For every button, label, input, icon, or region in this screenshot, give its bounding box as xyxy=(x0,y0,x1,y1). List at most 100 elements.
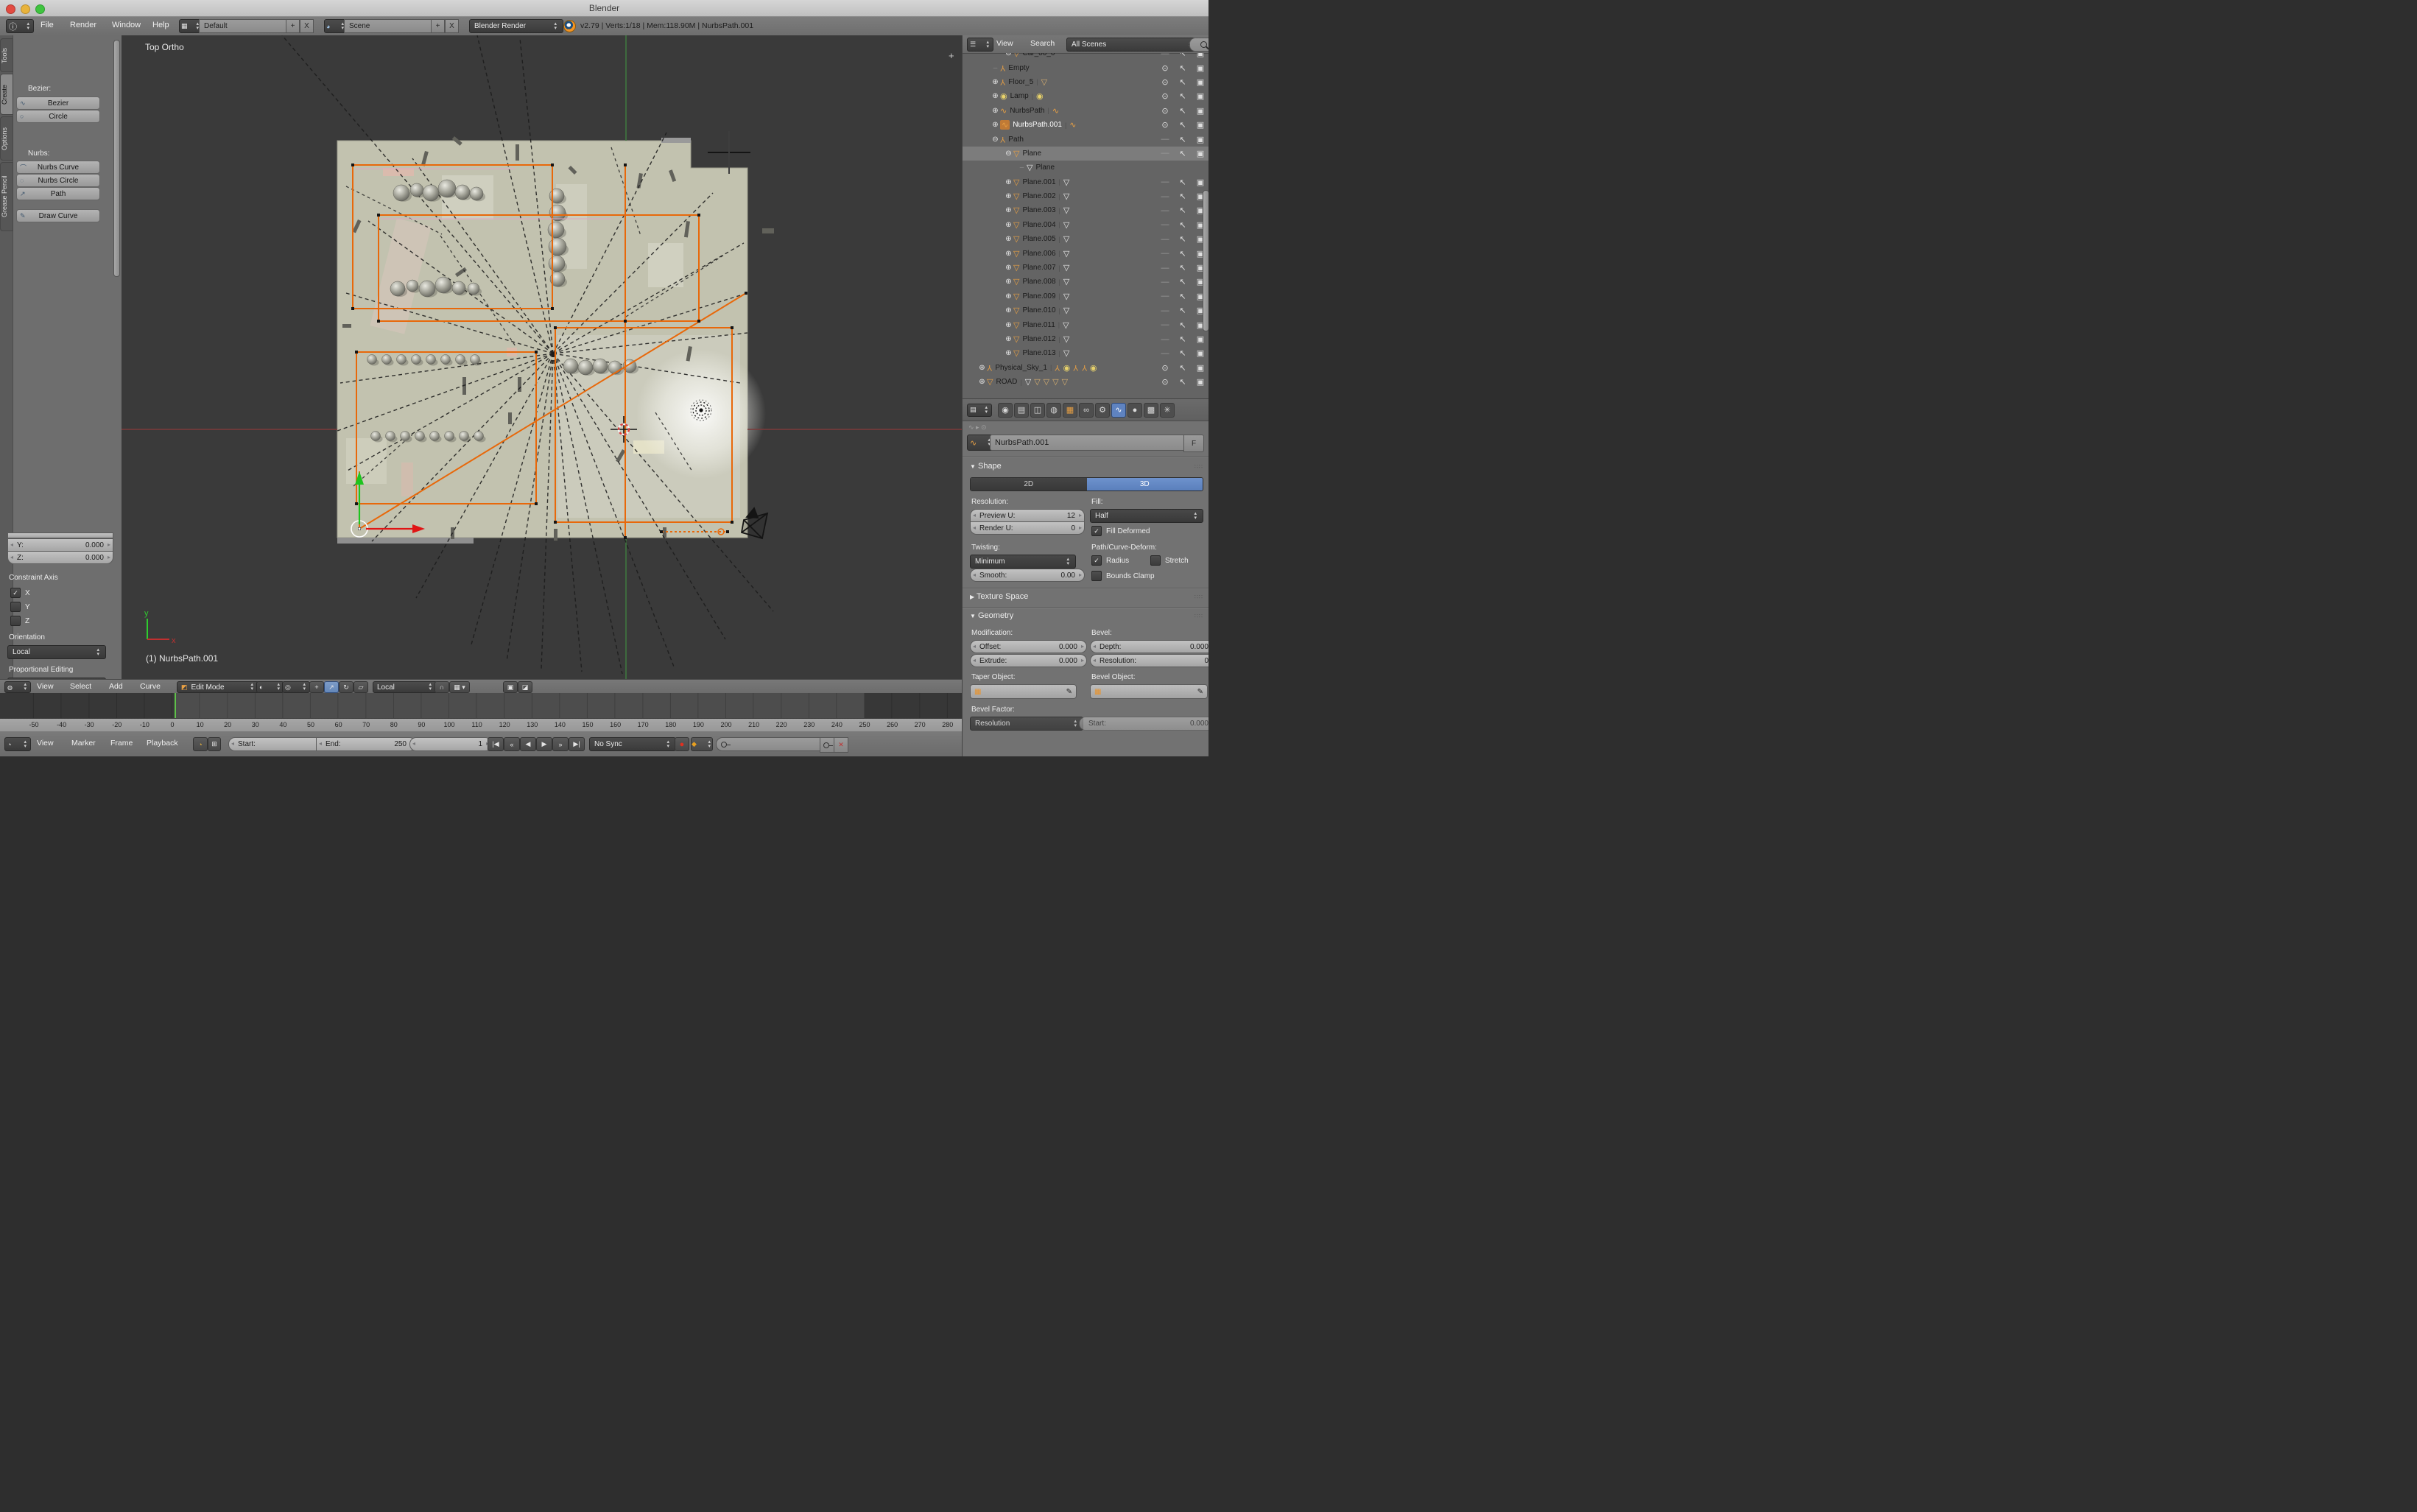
tl-menu-frame[interactable]: Frame xyxy=(110,739,133,748)
outliner-menu-search[interactable]: Search xyxy=(1030,39,1055,48)
frame-end-field[interactable]: ◂End:250▸ xyxy=(316,737,416,751)
render-engine-select[interactable]: Blender Render▴▾ xyxy=(469,19,563,33)
time-icon-button[interactable]: ◔ xyxy=(193,737,208,751)
tab-create[interactable]: Create xyxy=(0,74,13,115)
menu-render[interactable]: Render xyxy=(70,21,96,29)
manipulator-scale-button[interactable]: ▱ xyxy=(353,681,368,693)
bevel-resolution-field[interactable]: ◂Resolution:0▸ xyxy=(1090,654,1208,667)
fill-deformed-checkbox[interactable]: ✓Fill Deformed xyxy=(1091,526,1150,536)
constraint-z-checkbox[interactable]: Z xyxy=(10,616,29,626)
x-value-field-clipped[interactable] xyxy=(7,532,113,538)
selectability-cursor-icon[interactable]: ↖ xyxy=(1174,234,1192,244)
visibility-eye-closed-icon[interactable]: — xyxy=(1156,335,1174,344)
tab-tools[interactable]: Tools xyxy=(0,38,13,72)
selectability-cursor-icon[interactable]: ↖ xyxy=(1174,306,1192,315)
visibility-eye-closed-icon[interactable]: — xyxy=(1156,177,1174,186)
opengl-render-button[interactable]: ▣ xyxy=(503,681,518,693)
visibility-eye-closed-icon[interactable]: — xyxy=(1156,264,1174,272)
outliner-item-lamp[interactable]: ⊕◉Lamp|◉⊙↖▣ xyxy=(963,89,1208,103)
next-keyframe-button[interactable]: » xyxy=(552,737,569,751)
properties-tab-particles[interactable]: ✳ xyxy=(1160,403,1175,418)
outliner-item-plane-003[interactable]: ⊕▽Plane.003|▽—↖▣ xyxy=(963,203,1208,217)
extrude-field[interactable]: ◂Extrude:0.000▸ xyxy=(970,654,1087,667)
z-value-field[interactable]: ◂Z:0.000▸ xyxy=(7,551,113,564)
fill-mode-select[interactable]: Half▴▾ xyxy=(1090,509,1203,523)
renderability-camera-icon[interactable]: ▣ xyxy=(1192,53,1208,58)
selectability-cursor-icon[interactable]: ↖ xyxy=(1174,177,1192,187)
menu-help[interactable]: Help xyxy=(152,21,169,29)
scene-name-field[interactable]: Scene xyxy=(344,19,440,33)
selectability-cursor-icon[interactable]: ↖ xyxy=(1174,320,1192,330)
outliner-item-plane-010[interactable]: ⊕▽Plane.010|▽—↖▣ xyxy=(963,303,1208,317)
selectability-cursor-icon[interactable]: ↖ xyxy=(1174,191,1192,201)
current-frame-line[interactable] xyxy=(175,693,176,718)
toggle-3d[interactable]: 3D xyxy=(1087,478,1203,490)
viewport-shading-select[interactable]: ◐▴▾ xyxy=(256,681,284,693)
outliner-search-field[interactable] xyxy=(1189,38,1208,52)
expander-icon[interactable]: ⊕ xyxy=(977,364,987,372)
transform-orientation-select[interactable]: Local▴▾ xyxy=(373,681,437,693)
expander-icon[interactable]: ⊕ xyxy=(1004,349,1013,357)
outliner-item-plane-002[interactable]: ⊕▽Plane.002|▽—↖▣ xyxy=(963,189,1208,203)
taper-object-field[interactable]: ▦✎ xyxy=(970,684,1077,699)
opengl-render-anim-button[interactable]: ◪ xyxy=(518,681,532,693)
renderability-camera-icon[interactable]: ▣ xyxy=(1192,135,1208,144)
visibility-eye-icon[interactable]: ⊙ xyxy=(1156,77,1174,87)
add-circle-button[interactable]: ○Circle xyxy=(16,110,100,123)
panel-drag-dots-icon[interactable]: ∷∷ xyxy=(1195,613,1203,619)
fake-user-button[interactable]: F xyxy=(1183,435,1204,452)
expander-icon[interactable]: ⊕ xyxy=(1004,278,1013,286)
editor-type-3dview-button[interactable]: ◍▴▾ xyxy=(4,681,31,693)
tl-menu-view[interactable]: View xyxy=(37,739,54,748)
timeline-ruler[interactable]: -50-40-30-20-100102030405060708090100110… xyxy=(0,718,962,733)
outliner-item-plane-009[interactable]: ⊕▽Plane.009|▽—↖▣ xyxy=(963,289,1208,303)
renderability-camera-icon[interactable]: ▣ xyxy=(1192,149,1208,158)
renderability-camera-icon[interactable]: ▣ xyxy=(1192,177,1208,187)
properties-tab-object[interactable]: ▦ xyxy=(1063,403,1077,418)
bevel-depth-field[interactable]: ◂Depth:0.000▸ xyxy=(1090,640,1208,653)
renderability-camera-icon[interactable]: ▣ xyxy=(1192,91,1208,101)
properties-tab-material[interactable]: ● xyxy=(1127,403,1142,418)
visibility-eye-closed-icon[interactable]: — xyxy=(1156,306,1174,315)
snap-element-select[interactable]: ▦ ▾ xyxy=(449,681,470,693)
twist-smooth-field[interactable]: ◂Smooth:0.00▸ xyxy=(970,569,1085,582)
visibility-eye-closed-icon[interactable]: — xyxy=(1156,235,1174,244)
outliner-item-empty[interactable]: –YEmpty⊙↖▣ xyxy=(963,60,1208,74)
visibility-eye-closed-icon[interactable]: — xyxy=(1156,320,1174,329)
current-frame-field[interactable]: ◂1▸ xyxy=(409,737,492,751)
visibility-eye-closed-icon[interactable]: — xyxy=(1156,135,1174,144)
outliner-item-nurbspath[interactable]: ⊕∿NurbsPath|∿⊙↖▣ xyxy=(963,104,1208,118)
jump-to-end-button[interactable]: ▶| xyxy=(569,737,585,751)
play-reverse-button[interactable]: ◀ xyxy=(520,737,536,751)
viewport-3d[interactable]: y x Top Ortho (1) NurbsPath.001 + xyxy=(122,35,962,679)
constraint-x-checkbox[interactable]: ✓X xyxy=(10,588,30,598)
renderability-camera-icon[interactable]: ▣ xyxy=(1192,377,1208,387)
snap-magnet-button[interactable]: ∩ xyxy=(435,681,449,693)
selectability-cursor-icon[interactable]: ↖ xyxy=(1174,263,1192,272)
properties-tab-world[interactable]: ◍ xyxy=(1046,403,1061,418)
visibility-eye-icon[interactable]: ⊙ xyxy=(1156,91,1174,101)
selectability-cursor-icon[interactable]: ↖ xyxy=(1174,334,1192,344)
prev-keyframe-button[interactable]: « xyxy=(504,737,520,751)
add-layout-button[interactable]: + xyxy=(286,19,300,33)
draw-curve-button[interactable]: ✎Draw Curve xyxy=(16,209,100,222)
properties-tab-scene[interactable]: ◫ xyxy=(1030,403,1045,418)
expander-icon[interactable]: ⊕ xyxy=(1004,264,1013,272)
outliner-item-floor-5[interactable]: ⊕YFloor_5|▽⊙↖▣ xyxy=(963,75,1208,89)
selectability-cursor-icon[interactable]: ↖ xyxy=(1174,292,1192,301)
outliner-item-path[interactable]: ⊖YPath—↖▣ xyxy=(963,132,1208,146)
selectability-cursor-icon[interactable]: ↖ xyxy=(1174,377,1192,387)
outliner-menu-view[interactable]: View xyxy=(996,39,1013,48)
menu-window[interactable]: Window xyxy=(112,21,141,29)
panel-drag-dots-icon[interactable]: ∷∷ xyxy=(1195,594,1203,600)
properties-tab-texture[interactable]: ▩ xyxy=(1144,403,1158,418)
pivot-point-select[interactable]: ◎▴▾ xyxy=(282,681,310,693)
visibility-eye-icon[interactable]: ⊙ xyxy=(1156,363,1174,373)
expander-icon[interactable]: ⊕ xyxy=(1004,221,1013,229)
bevel-factor-start-field[interactable]: Start:0.000 xyxy=(1079,717,1208,731)
expander-icon[interactable]: ⊕ xyxy=(1004,192,1013,200)
close-layout-button[interactable]: X xyxy=(300,19,314,33)
outliner-item-plane-004[interactable]: ⊕▽Plane.004|▽—↖▣ xyxy=(963,218,1208,232)
manipulator-translate-button[interactable]: ↗ xyxy=(324,681,339,693)
expander-icon[interactable]: ⊕ xyxy=(991,78,1000,86)
